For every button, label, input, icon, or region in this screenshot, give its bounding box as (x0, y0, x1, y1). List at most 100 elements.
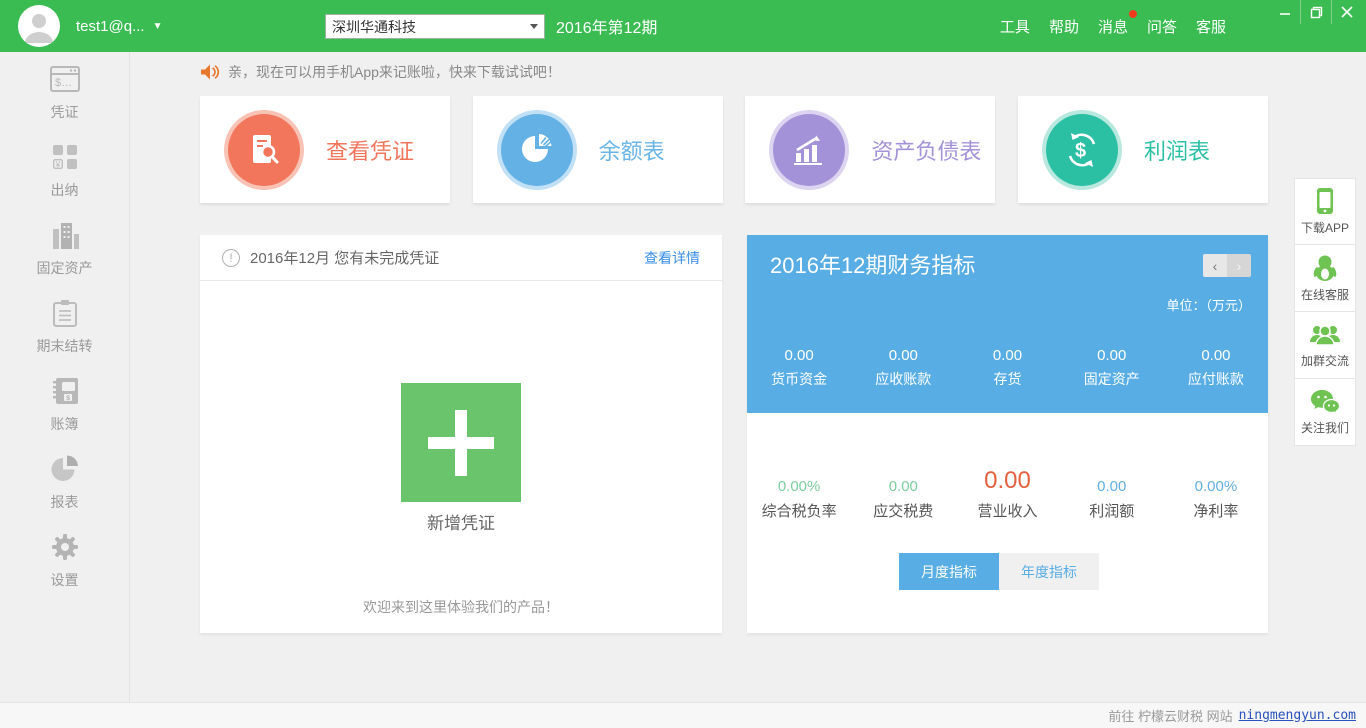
restore-icon (1310, 6, 1323, 19)
card-profit-sheet[interactable]: $ 利润表 (1018, 96, 1268, 203)
sidebar-item-period-closing[interactable]: 期末结转 (0, 286, 129, 364)
finance-panel-blue-section: 2016年12期财务指标 ‹ › 单位：（万元） 0.00 货币资金 0.00 … (747, 235, 1268, 413)
card-label: 查看凭证 (326, 134, 414, 166)
period-closing-icon (51, 298, 79, 328)
user-menu[interactable]: test1@q... ▼ (76, 0, 163, 52)
widget-online-support[interactable]: 在线客服 (1294, 245, 1356, 312)
ledger-icon: $ (50, 376, 80, 406)
sidebar-item-voucher[interactable]: $… 凭证 (0, 52, 129, 130)
welcome-text: 欢迎来到这里体验我们的产品！ (200, 597, 722, 617)
unit-label: 单位：（万元） (1166, 295, 1251, 314)
top-menu: 工具 帮助 消息 问答 客服 (998, 0, 1228, 52)
view-details-link[interactable]: 查看详情 (644, 248, 700, 268)
voucher-panel-header: ! 2016年12月 您有未完成凭证 查看详情 (200, 235, 722, 281)
plus-icon (428, 410, 494, 476)
window-controls (1269, 0, 1362, 24)
tab-yearly-metrics[interactable]: 年度指标 (999, 553, 1099, 590)
menu-messages[interactable]: 消息 (1096, 12, 1130, 41)
card-label: 利润表 (1144, 134, 1210, 166)
balance-sheet-icon (501, 114, 573, 186)
menu-qa[interactable]: 问答 (1145, 12, 1179, 41)
voucher-panel: ! 2016年12月 您有未完成凭证 查看详情 新增凭证 欢迎来到这里体验我们的… (200, 235, 722, 633)
footer: 前往 柠檬云财税 网站 ningmengyun.com (0, 702, 1366, 728)
sidebar-label: 凭证 (51, 102, 79, 122)
unread-badge (1129, 10, 1137, 18)
widget-follow-us[interactable]: 关注我们 (1294, 379, 1356, 446)
carousel-next-button[interactable]: › (1227, 254, 1251, 277)
widget-join-group[interactable]: 加群交流 (1294, 312, 1356, 379)
widget-download-app[interactable]: 下载APP (1294, 178, 1356, 245)
widget-label: 加群交流 (1301, 352, 1349, 369)
finance-tabs: 月度指标 年度指标 (899, 553, 1099, 590)
sidebar-item-fixed-assets[interactable]: 固定资产 (0, 208, 129, 286)
menu-support[interactable]: 客服 (1194, 12, 1228, 41)
tab-monthly-metrics[interactable]: 月度指标 (899, 553, 999, 590)
settings-icon (50, 532, 80, 562)
reports-icon (50, 454, 80, 484)
profit-sheet-icon: $ (1046, 114, 1118, 186)
card-view-voucher[interactable]: 查看凭证 (200, 96, 450, 203)
footer-site-link[interactable]: ningmengyun.com (1239, 708, 1356, 723)
metric-profit: 0.00 利润额 (1060, 467, 1164, 521)
carousel-prev-button[interactable]: ‹ (1203, 254, 1227, 277)
avatar[interactable] (18, 5, 60, 47)
user-icon (22, 9, 56, 45)
carousel-nav: ‹ › (1203, 254, 1251, 277)
phone-icon (1314, 187, 1336, 215)
card-balance-sheet[interactable]: 余额表 (473, 96, 723, 203)
close-button[interactable] (1331, 0, 1362, 24)
metric-operating-revenue: 0.00 营业收入 (955, 467, 1059, 521)
cashier-icon: ¥ (51, 142, 79, 172)
menu-help[interactable]: 帮助 (1047, 12, 1081, 41)
metric-taxes-payable: 0.00 应交税费 (851, 467, 955, 521)
sidebar-item-cashier[interactable]: ¥ 出纳 (0, 130, 129, 208)
username: test1@q... (76, 18, 145, 35)
sidebar-label: 固定资产 (37, 258, 93, 278)
select-caret-icon (530, 24, 538, 29)
widget-label: 关注我们 (1301, 419, 1349, 436)
metric-net-margin: 0.00% 净利率 (1164, 467, 1268, 521)
quick-cards: 查看凭证 余额表 资产负债表 $ 利润表 (200, 96, 1268, 203)
svg-text:¥: ¥ (54, 160, 61, 170)
metric-inventory: 0.00 存货 (955, 347, 1059, 389)
view-voucher-icon (228, 114, 300, 186)
titlebar: test1@q... ▼ 深圳华通科技 2016年第12期 工具 帮助 消息 问… (0, 0, 1366, 52)
footer-text: 前往 柠檬云财税 网站 (1108, 706, 1232, 725)
wechat-icon (1310, 389, 1340, 415)
chevron-down-icon: ▼ (153, 21, 163, 32)
menu-tools[interactable]: 工具 (998, 12, 1032, 41)
metric-fixed-assets: 0.00 固定资产 (1060, 347, 1164, 389)
finance-panel: 2016年12期财务指标 ‹ › 单位：（万元） 0.00 货币资金 0.00 … (747, 235, 1268, 633)
svg-text:$: $ (66, 395, 70, 402)
company-select-value: 深圳华通科技 (332, 17, 530, 37)
minimize-button[interactable] (1269, 0, 1300, 24)
sidebar: $… 凭证 ¥ 出纳 固定资产 期末结转 $ 账簿 报表 设置 (0, 52, 130, 702)
minimize-icon (1279, 6, 1291, 18)
card-label: 资产负债表 (871, 134, 981, 166)
asset-liability-icon (773, 114, 845, 186)
svg-text:$: $ (1075, 140, 1086, 162)
card-asset-liability[interactable]: 资产负债表 (745, 96, 995, 203)
side-widget-rail: 下载APP 在线客服 加群交流 关注我们 (1294, 178, 1356, 446)
metric-payables: 0.00 应付账款 (1164, 347, 1268, 389)
card-label: 余额表 (599, 134, 665, 166)
sidebar-label: 设置 (51, 570, 79, 590)
speaker-icon (200, 63, 220, 81)
widget-label: 在线客服 (1301, 286, 1349, 303)
company-select[interactable]: 深圳华通科技 (325, 14, 545, 39)
sidebar-item-ledger[interactable]: $ 账簿 (0, 364, 129, 442)
close-icon (1341, 6, 1353, 18)
restore-button[interactable] (1300, 0, 1331, 24)
sidebar-item-reports[interactable]: 报表 (0, 442, 129, 520)
bottom-metrics-row: 0.00% 综合税负率 0.00 应交税费 0.00 营业收入 0.00 利润额… (747, 467, 1268, 521)
voucher-icon: $… (50, 64, 80, 94)
sidebar-label: 报表 (51, 492, 79, 512)
group-icon (1309, 322, 1341, 348)
sidebar-item-settings[interactable]: 设置 (0, 520, 129, 598)
add-voucher-button[interactable] (401, 383, 521, 502)
metric-tax-burden-rate: 0.00% 综合税负率 (747, 467, 851, 521)
voucher-panel-title: 2016年12月 您有未完成凭证 (250, 247, 634, 268)
sidebar-label: 出纳 (51, 180, 79, 200)
qq-icon (1311, 254, 1339, 282)
svg-text:$…: $… (55, 77, 72, 89)
